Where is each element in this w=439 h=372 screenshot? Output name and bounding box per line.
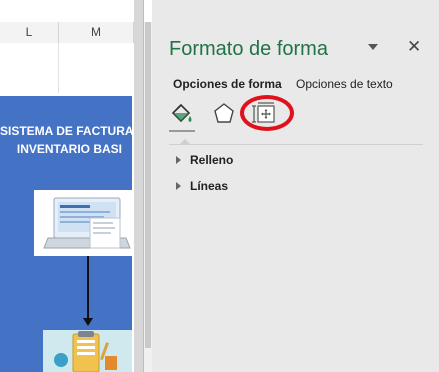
active-category-indicator [169, 130, 195, 132]
pane-divider [169, 144, 423, 145]
size-properties-icon[interactable] [250, 100, 278, 128]
flowchart-shape[interactable]: SISTEMA DE FACTURA INVENTARIO BASI [0, 96, 134, 372]
invoice-screen-image[interactable] [34, 190, 132, 256]
flow-connector[interactable] [87, 256, 89, 320]
column-header-l[interactable]: L [0, 22, 59, 43]
tab-shape-options[interactable]: Opciones de forma [173, 77, 282, 91]
pane-splitter[interactable] [134, 0, 143, 372]
section-lineas-label: Líneas [190, 179, 229, 193]
inventory-clipboard-image[interactable] [43, 330, 132, 372]
format-shape-pane: Formato de forma ✕ Opciones de forma Opc… [152, 0, 439, 372]
section-relleno[interactable]: Relleno [176, 153, 233, 167]
section-lineas[interactable]: Líneas [176, 179, 228, 193]
vertical-scrollbar-thumb[interactable] [145, 22, 151, 348]
spreadsheet-area[interactable]: L M SISTEMA DE FACTURA INVENTARIO BASI [0, 0, 134, 372]
flow-arrowhead [83, 318, 93, 326]
tab-text-options[interactable]: Opciones de texto [296, 77, 393, 91]
formula-bar-strip[interactable] [0, 0, 134, 23]
effects-icon[interactable] [210, 100, 238, 128]
column-headers: L M [0, 22, 134, 44]
column-header-m[interactable]: M [59, 22, 134, 43]
expand-triangle-icon [176, 155, 181, 164]
fill-line-icon[interactable] [168, 100, 196, 128]
expand-triangle-icon [176, 181, 181, 190]
diagram-title-line-2: INVENTARIO BASI [16, 142, 122, 156]
close-icon[interactable]: ✕ [407, 37, 421, 57]
diagram-title-line-1: SISTEMA DE FACTURA [0, 124, 134, 138]
section-relleno-label: Relleno [190, 153, 234, 167]
pane-title: Formato de forma [169, 38, 328, 60]
diagram-title: SISTEMA DE FACTURA INVENTARIO BASI [0, 122, 134, 158]
pane-options-dropdown-icon[interactable] [368, 44, 378, 50]
